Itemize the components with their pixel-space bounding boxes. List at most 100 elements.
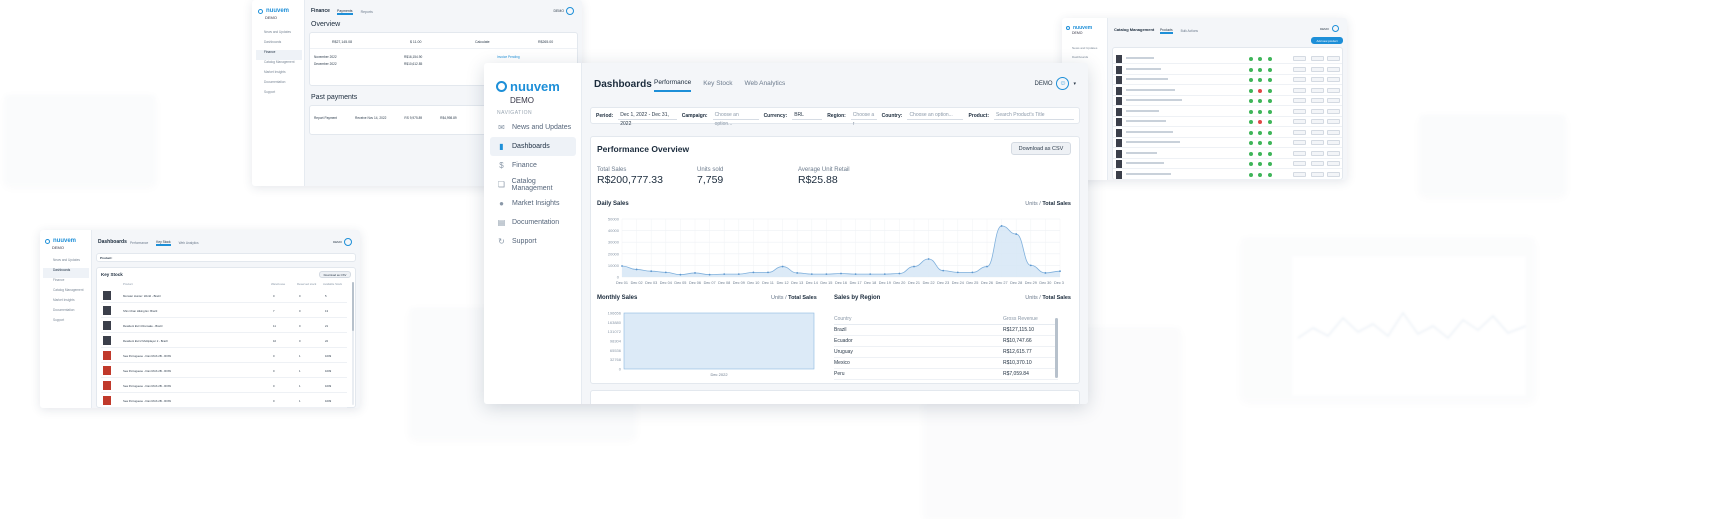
nav-item-finance[interactable]: $ Finance [490,156,576,175]
finance-tab-payments[interactable]: Payments [337,9,353,15]
nav-item-support[interactable]: ↻ Support [490,232,576,251]
keystock-tab-performance[interactable]: Performance [130,241,148,245]
region-metric-toggle[interactable]: Units / Total Sales [1025,295,1071,301]
keystock-row[interactable]: Sea Portuguese - Dan RGS 2B - ROW 0 1 1009 [101,378,347,393]
finance-nav-catalog[interactable]: Catalog Management [256,60,302,70]
keystock-tab-web[interactable]: Web Analytics [179,241,199,245]
toggle-units[interactable]: Units [771,295,784,301]
finance-nav-news[interactable]: News and Updates [256,30,302,40]
user-menu[interactable]: DEMO ☺ ▾ [1034,77,1076,90]
nav-item-market[interactable]: ● Market Insights [490,194,576,213]
finance-nav-docs[interactable]: Documentation [256,80,302,90]
row-action-button[interactable] [1311,150,1324,156]
row-action-button[interactable] [1311,98,1324,103]
toggle-units[interactable]: Units [1025,201,1038,207]
row-action-button[interactable] [1311,161,1324,166]
download-csv-button[interactable]: Download as CSV [1011,142,1071,155]
daily-metric-toggle[interactable]: Units / Total Sales [1025,201,1071,207]
row-action-button[interactable] [1293,77,1306,82]
period-picker[interactable]: Dec 1, 2022 - Dec 31, 2022 [618,111,677,127]
finance-avatar-icon[interactable] [566,7,574,15]
catalog-row[interactable] [1113,159,1342,169]
keystock-scrollbar[interactable] [352,282,354,405]
region-scrollbar[interactable] [1055,318,1058,378]
row-action-button[interactable] [1311,129,1324,135]
row-action-button[interactable] [1327,87,1340,93]
currency-select[interactable]: BRL [792,111,823,120]
row-action-button[interactable] [1327,161,1340,166]
toggle-total-sales[interactable]: Total Sales [1042,201,1071,207]
row-action-button[interactable] [1327,77,1340,82]
row-action-button[interactable] [1293,98,1306,103]
row-action-button[interactable] [1311,56,1324,61]
row-action-button[interactable] [1293,129,1306,135]
nav-item-docs[interactable]: ▤ Documentation [490,213,576,232]
catalog-row[interactable] [1113,117,1342,127]
row-action-button[interactable] [1311,171,1324,177]
keystock-row[interactable]: Resident Evil 2 Multiplayer 2 - Brazil 10… [101,333,347,348]
catalog-nav-news[interactable]: News and Updates [1066,46,1106,55]
keystock-nav-market[interactable]: Market Insights [43,298,89,308]
keystock-row[interactable]: Sea Portuguese - Dan RGS 2B - ROW 0 1 1009 [101,348,347,363]
row-action-button[interactable] [1311,119,1324,124]
toggle-total-sales[interactable]: Total Sales [1042,295,1071,301]
catalog-row[interactable] [1113,128,1342,138]
row-action-button[interactable] [1327,66,1340,72]
row-action-button[interactable] [1327,56,1340,61]
row-action-button[interactable] [1327,108,1340,114]
catalog-add-product-button[interactable]: Add new product [1311,37,1343,44]
keystock-nav-support[interactable]: Support [43,318,89,328]
toggle-units[interactable]: Units [1025,295,1038,301]
product-search-input[interactable]: Search Product's Title [994,111,1074,120]
keystock-row[interactable]: Sea Portuguese - Dan RGS 2B - ROW 0 1 1009 [101,393,347,408]
catalog-row[interactable] [1113,96,1342,106]
catalog-tab-bulk[interactable]: Bulk Actions [1181,29,1198,33]
keystock-nav-catalog[interactable]: Catalog Management [43,288,89,298]
catalog-avatar-icon[interactable] [1332,25,1339,32]
catalog-row[interactable] [1113,86,1342,96]
row-action-button[interactable] [1311,87,1324,93]
monthly-metric-toggle[interactable]: Units / Total Sales [771,295,817,301]
finance-nav-market[interactable]: Market Insights [256,70,302,80]
row-action-button[interactable] [1293,108,1306,114]
row-action-button[interactable] [1311,66,1324,72]
catalog-row[interactable] [1113,149,1342,159]
brand-logo[interactable]: nuuvem [496,79,560,94]
keystock-nav-news[interactable]: News and Updates [43,258,89,268]
tab-web-analytics[interactable]: Web Analytics [744,80,785,91]
tab-performance[interactable]: Performance [654,79,692,92]
nav-item-catalog[interactable]: ❏ Catalog Management [490,175,576,194]
region-select[interactable]: Choose a r [850,111,877,127]
catalog-row[interactable] [1113,170,1342,180]
row-action-button[interactable] [1293,140,1306,145]
catalog-row[interactable] [1113,75,1342,85]
nav-item-dashboards[interactable]: ▮ Dashboards [490,137,576,156]
finance-nav-finance[interactable]: Finance [256,50,302,60]
keystock-row[interactable]: Shin Chan Hiking Ex: Brazil 7 0 13 [101,303,347,318]
finance-summary-3[interactable]: Calculate [475,40,490,44]
campaign-select[interactable]: Choose an option... [712,111,759,127]
finance-tab-reports[interactable]: Reports [361,10,373,14]
keystock-nav-finance[interactable]: Finance [43,278,89,288]
catalog-row[interactable] [1113,138,1342,148]
keystock-nav-docs[interactable]: Documentation [43,308,89,318]
row-action-button[interactable] [1327,140,1340,145]
toggle-total-sales[interactable]: Total Sales [788,295,817,301]
catalog-row[interactable] [1113,65,1342,75]
keystock-row[interactable]: Resident Evil 4 Remake - Brazil 11 0 21 [101,318,347,333]
catalog-tab-products[interactable]: Products [1160,28,1173,34]
keystock-row[interactable]: Monster Hunter: World - Brazil 0 0 5 [101,288,347,303]
row-action-button[interactable] [1327,129,1340,135]
tab-key-stock[interactable]: Key Stock [703,80,732,91]
row-action-button[interactable] [1311,108,1324,114]
finance-nav-support[interactable]: Support [256,90,302,100]
keystock-nav-dashboards[interactable]: Dashboards [43,268,89,278]
row-action-button[interactable] [1293,150,1306,156]
keystock-download-button[interactable]: Download as CSV [319,271,351,278]
keystock-avatar-icon[interactable] [344,238,352,246]
finance-row-status[interactable]: Invoice Pending [497,55,520,59]
catalog-row[interactable] [1113,54,1342,64]
finance-nav-dashboards[interactable]: Dashboards [256,40,302,50]
row-action-button[interactable] [1293,87,1306,93]
country-select[interactable]: Choose an option... [907,111,964,120]
